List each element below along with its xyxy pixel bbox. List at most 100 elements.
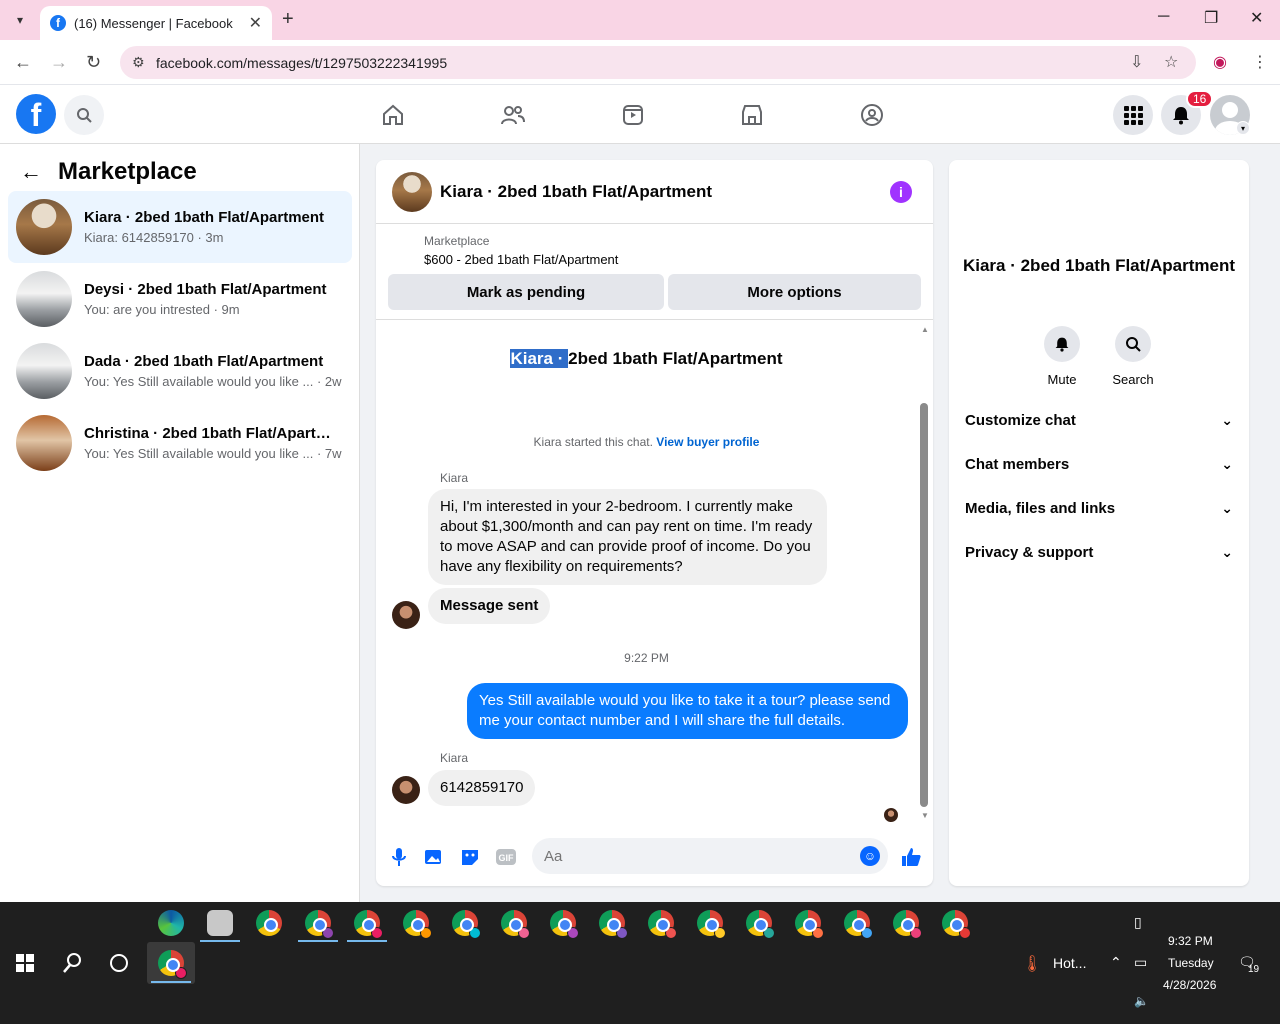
more-options-button[interactable]: More options (668, 274, 921, 310)
sticker-icon[interactable] (459, 846, 481, 868)
profile-icon[interactable]: ◉ (1213, 52, 1227, 72)
customize-chat-section[interactable]: Customize chat ⌄ (965, 398, 1233, 442)
bell-icon (1044, 326, 1080, 362)
chrome-profile-icon[interactable] (403, 910, 432, 939)
photo-icon[interactable] (423, 846, 445, 868)
incoming-message[interactable]: Hi, I'm interested in your 2-bedroom. I … (428, 489, 827, 585)
chrome-profile-icon[interactable] (697, 910, 726, 939)
network-icon[interactable]: ▭ (1134, 954, 1147, 971)
message-sent-bubble[interactable]: Message sent (428, 588, 551, 624)
search-icon[interactable] (62, 952, 82, 979)
chat-title[interactable]: Kiara · 2bed 1bath Flat/Apartment (440, 182, 712, 202)
browser-tab[interactable]: f (16) Messenger | Facebook ✕ (40, 6, 272, 40)
scroll-down-arrow-icon[interactable]: ▼ (921, 811, 929, 820)
site-info-icon[interactable]: ⚙ (132, 54, 145, 71)
volume-icon[interactable]: 🔈 (1134, 994, 1149, 1008)
listing-thumbnail[interactable] (388, 238, 412, 262)
clock-day[interactable]: Tuesday (1168, 956, 1214, 970)
chrome-profile-icon[interactable] (354, 910, 383, 939)
info-icon[interactable]: i (890, 181, 912, 203)
search-chat-button[interactable]: Search (1103, 326, 1163, 387)
conversation-avatar (618, 321, 676, 341)
kiara-avatar[interactable] (392, 776, 420, 804)
listing-title[interactable]: $600 - 2bed 1bath Flat/Apartment (424, 252, 618, 267)
marketplace-icon[interactable] (738, 101, 766, 129)
chat-members-section[interactable]: Chat members ⌄ (965, 442, 1233, 486)
weather-text[interactable]: Hot... (1053, 955, 1086, 971)
gif-icon[interactable]: GIF (495, 846, 517, 868)
groups-icon[interactable] (858, 101, 886, 129)
chrome-profile-icon[interactable] (942, 910, 971, 939)
contact-avatar[interactable] (1063, 176, 1135, 248)
reload-button[interactable]: ↻ (86, 52, 101, 73)
message-input[interactable] (532, 838, 832, 874)
device-icon[interactable]: ▯ (1134, 914, 1142, 931)
conversation-item-christina[interactable]: Christina · 2bed 1bath Flat/Apartm... Yo… (8, 407, 352, 479)
chrome-profile-icon[interactable] (844, 910, 873, 939)
conversation-item-dada[interactable]: Dada · 2bed 1bath Flat/Apartment You: Ye… (8, 335, 352, 407)
tab-title: (16) Messenger | Facebook (74, 15, 233, 31)
chrome-profile-icon[interactable] (795, 910, 824, 939)
weather-thermometer-icon[interactable]: 🌡 (1022, 954, 1042, 974)
chrome-profile-icon[interactable] (452, 910, 481, 939)
chrome-profile-icon[interactable] (550, 910, 579, 939)
bookmark-star-icon[interactable]: ☆ (1164, 52, 1178, 72)
sender-name: Kiara (440, 751, 469, 765)
video-icon[interactable] (619, 101, 647, 129)
facebook-logo[interactable]: f (16, 94, 56, 134)
chat-avatar[interactable] (392, 171, 432, 212)
mute-button[interactable]: Mute (1032, 326, 1092, 387)
forward-button[interactable]: → (50, 52, 68, 73)
edge-icon[interactable] (158, 910, 184, 936)
friends-icon[interactable] (499, 101, 527, 129)
page-scrollbar[interactable] (1266, 85, 1280, 902)
privacy-support-section[interactable]: Privacy & support ⌄ (965, 530, 1233, 574)
chrome-profile-icon[interactable] (305, 910, 334, 939)
chrome-profile-icon[interactable] (746, 910, 775, 939)
chrome-profile-icon[interactable] (599, 910, 628, 939)
chevron-down-icon[interactable]: ▾ (1236, 121, 1250, 135)
emoji-icon[interactable]: ☺ (860, 846, 880, 866)
close-tab-icon[interactable]: ✕ (249, 13, 262, 33)
contact-name: Kiara · 2bed 1bath Flat/Apartment (962, 256, 1236, 275)
clock-date[interactable]: 4/28/2026 (1163, 978, 1216, 992)
conversation-item-deysi[interactable]: Deysi · 2bed 1bath Flat/Apartment You: a… (8, 263, 352, 335)
chrome-icon[interactable] (256, 910, 282, 936)
kiara-avatar[interactable] (392, 601, 420, 629)
view-buyer-profile-link[interactable]: View buyer profile (656, 435, 759, 449)
chevron-up-icon[interactable]: ⌃ (1110, 954, 1122, 971)
cortana-icon[interactable] (110, 954, 128, 972)
url-bar[interactable]: ⚙ facebook.com/messages/t/12975032223419… (120, 46, 1196, 79)
install-app-icon[interactable]: ⇩ (1130, 52, 1143, 72)
windows-start-icon[interactable] (16, 954, 34, 977)
thumbs-up-icon[interactable] (900, 846, 922, 868)
snipping-tool-icon[interactable] (207, 910, 233, 936)
chrome-profile-icon[interactable] (648, 910, 677, 939)
new-tab-button[interactable]: + (282, 8, 294, 31)
outgoing-message[interactable]: Yes Still available would you like to ta… (467, 683, 908, 739)
mark-as-pending-button[interactable]: Mark as pending (388, 274, 664, 310)
chrome-profile-icon[interactable] (893, 910, 922, 939)
scroll-up-arrow-icon[interactable]: ▲ (921, 325, 929, 334)
back-button[interactable]: ← (14, 52, 32, 73)
minimize-button[interactable]: ─ (1158, 8, 1169, 26)
restore-button[interactable]: ❐ (1204, 8, 1218, 28)
active-indicator (151, 981, 191, 983)
incoming-message[interactable]: 6142859170 (428, 770, 536, 806)
media-files-links-section[interactable]: Media, files and links ⌄ (965, 486, 1233, 530)
chat-started-notice: Kiara started this chat. View buyer prof… (376, 435, 917, 449)
menu-grid-icon[interactable] (1113, 95, 1153, 135)
scrollbar-thumb[interactable] (920, 403, 928, 807)
close-window-button[interactable]: ✕ (1250, 8, 1263, 28)
home-icon[interactable] (379, 101, 407, 129)
microphone-icon[interactable] (388, 846, 410, 868)
back-arrow-icon[interactable]: ← (20, 159, 42, 185)
search-icon[interactable] (64, 95, 104, 135)
tab-search-button[interactable]: ▾ (8, 9, 32, 31)
clock-time[interactable]: 9:32 PM (1168, 934, 1213, 948)
menu-kebab-icon[interactable]: ⋮ (1252, 52, 1268, 72)
conversation-item-kiara[interactable]: Kiara · 2bed 1bath Flat/Apartment Kiara:… (8, 191, 352, 263)
active-indicator (298, 940, 338, 942)
sender-name: Kiara (440, 471, 469, 485)
chrome-profile-icon[interactable] (501, 910, 530, 939)
